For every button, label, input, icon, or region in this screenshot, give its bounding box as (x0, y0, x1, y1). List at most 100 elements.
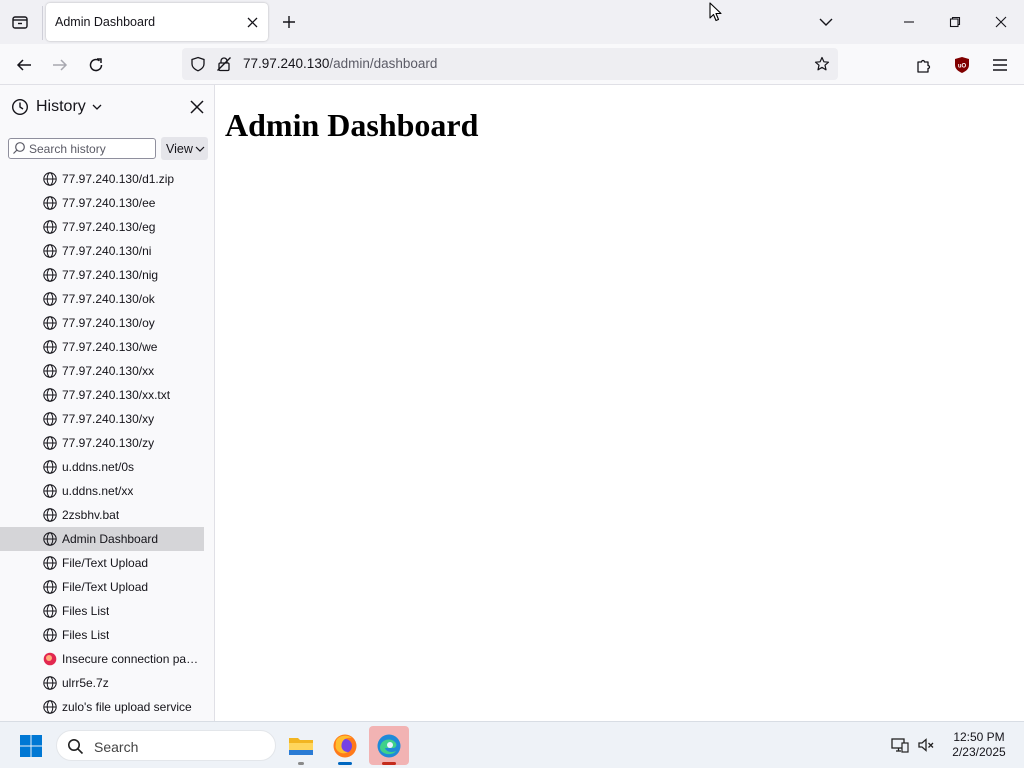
extensions-button[interactable] (910, 51, 938, 79)
history-item-label: 77.97.240.130/xy (62, 412, 155, 426)
url-text[interactable]: 77.97.240.130/admin/dashboard (243, 56, 437, 71)
view-menu-button[interactable]: View (161, 137, 208, 160)
history-item-label: ulrr5e.7z (62, 676, 109, 690)
sidebar-close-button[interactable] (188, 98, 206, 116)
close-window-button[interactable] (986, 8, 1016, 36)
sidebar-title[interactable]: History (36, 98, 86, 116)
history-item[interactable]: zulo's file upload service (0, 695, 204, 719)
reload-icon (89, 58, 103, 72)
reload-button[interactable] (82, 51, 110, 79)
globe-icon (43, 628, 57, 642)
new-tab-button[interactable] (279, 12, 299, 32)
plus-icon (283, 16, 295, 28)
windows-taskbar: Search 12:50 PM 2/23/2025 (0, 721, 1024, 768)
history-item[interactable]: File/Text Upload (0, 551, 204, 575)
minimize-icon (904, 21, 914, 23)
taskbar-search[interactable]: Search (56, 730, 276, 761)
chevron-down-icon (819, 18, 833, 26)
url-bar[interactable]: 77.97.240.130/admin/dashboard (182, 48, 838, 80)
globe-icon (43, 364, 57, 378)
view-menu-label: View (166, 141, 193, 156)
globe-icon (43, 436, 57, 450)
history-item[interactable]: u.ddns.net/xx (0, 479, 204, 503)
globe-icon (43, 556, 57, 570)
history-item[interactable]: 77.97.240.130/xx (0, 359, 204, 383)
site-info-button[interactable] (214, 54, 234, 74)
history-item[interactable]: File/Text Upload (0, 575, 204, 599)
history-item[interactable]: 77.97.240.130/xy (0, 407, 204, 431)
tracking-protection-button[interactable] (188, 54, 208, 74)
volume-muted-icon[interactable] (917, 736, 935, 754)
minimize-button[interactable] (894, 8, 924, 36)
app-menu-button[interactable] (986, 51, 1014, 79)
globe-icon (43, 244, 57, 258)
history-item[interactable]: u.ddns.net/0s (0, 455, 204, 479)
ublock-origin-button[interactable]: uO (948, 51, 976, 79)
system-clock[interactable]: 12:50 PM 2/23/2025 (944, 730, 1014, 760)
history-item-label: Admin Dashboard (62, 532, 159, 546)
history-item[interactable]: 77.97.240.130/oy (0, 311, 204, 335)
chevron-down-icon[interactable] (91, 102, 103, 112)
tab-separator (42, 6, 43, 40)
globe-icon (43, 700, 57, 714)
history-item[interactable]: 77.97.240.130/ee (0, 191, 204, 215)
globe-icon (43, 220, 57, 234)
bookmark-button[interactable] (812, 54, 832, 74)
history-item-label: Insecure connection pass... (62, 652, 204, 666)
history-item-label: Files List (62, 628, 110, 642)
history-item-label: 77.97.240.130/xx.txt (62, 388, 171, 402)
tab-list-button[interactable] (6, 8, 34, 36)
history-item-label: 77.97.240.130/ee (62, 196, 156, 210)
history-item[interactable]: Files List (0, 623, 204, 647)
history-item-label: 77.97.240.130/xx (62, 364, 155, 378)
history-item[interactable]: 77.97.240.130/ni (0, 239, 204, 263)
firefox-icon (333, 734, 357, 757)
edge-icon (377, 734, 401, 757)
tab-active[interactable]: Admin Dashboard (46, 3, 268, 41)
page-content: Admin Dashboard (216, 85, 1024, 721)
firefox-button[interactable] (325, 726, 365, 765)
history-item-label: zulo's file upload service (62, 700, 192, 714)
forward-button[interactable] (46, 51, 74, 79)
history-item[interactable]: 2zsbhv.bat (0, 503, 204, 527)
history-item-label: u.ddns.net/0s (62, 460, 135, 474)
history-search-box (8, 138, 156, 159)
history-item-label: 77.97.240.130/eg (62, 220, 156, 234)
list-all-tabs-button[interactable] (816, 12, 836, 32)
network-icon[interactable] (891, 736, 909, 754)
history-item-label: u.ddns.net/xx (62, 484, 134, 498)
windows-start-button[interactable] (19, 734, 43, 758)
star-icon (814, 56, 830, 71)
history-item[interactable]: 77.97.240.130/we (0, 335, 204, 359)
edge-button[interactable] (369, 726, 409, 765)
tab-list-icon (12, 16, 28, 29)
back-button[interactable] (10, 51, 38, 79)
globe-icon (43, 340, 57, 354)
folder-icon (289, 737, 313, 755)
history-item[interactable]: 77.97.240.130/eg (0, 215, 204, 239)
clock-date: 2/23/2025 (952, 745, 1006, 759)
history-item[interactable]: 77.97.240.130/d1.zip (0, 167, 204, 191)
url-path: /admin/dashboard (329, 56, 438, 71)
history-item[interactable]: Admin Dashboard (0, 527, 204, 551)
history-item-label: 77.97.240.130/we (62, 340, 158, 354)
file-explorer-button[interactable] (281, 726, 321, 765)
globe-icon (43, 460, 57, 474)
restore-button[interactable] (940, 8, 970, 36)
history-item[interactable]: Files List (0, 599, 204, 623)
running-indicator (338, 762, 352, 765)
chevron-down-icon (195, 146, 205, 152)
history-item[interactable]: ulrr5e.7z (0, 671, 204, 695)
history-item[interactable]: 77.97.240.130/ok (0, 287, 204, 311)
svg-text:uO: uO (958, 64, 967, 70)
history-list: 77.97.240.130/d1.zip 77.97.240.130/ee 77.9… (0, 167, 214, 719)
history-item[interactable]: 77.97.240.130/xx.txt (0, 383, 204, 407)
history-item[interactable]: Insecure connection pass... (0, 647, 204, 671)
history-search-input[interactable] (29, 140, 153, 157)
history-sidebar: History View 77.97.240.130/d1.zip77.97.2… (0, 85, 215, 721)
history-item-label: 77.97.240.130/zy (62, 436, 155, 450)
history-item[interactable]: 77.97.240.130/zy (0, 431, 204, 455)
tab-close-button[interactable] (244, 14, 260, 30)
history-item[interactable]: 77.97.240.130/nig (0, 263, 204, 287)
globe-icon (43, 676, 57, 690)
